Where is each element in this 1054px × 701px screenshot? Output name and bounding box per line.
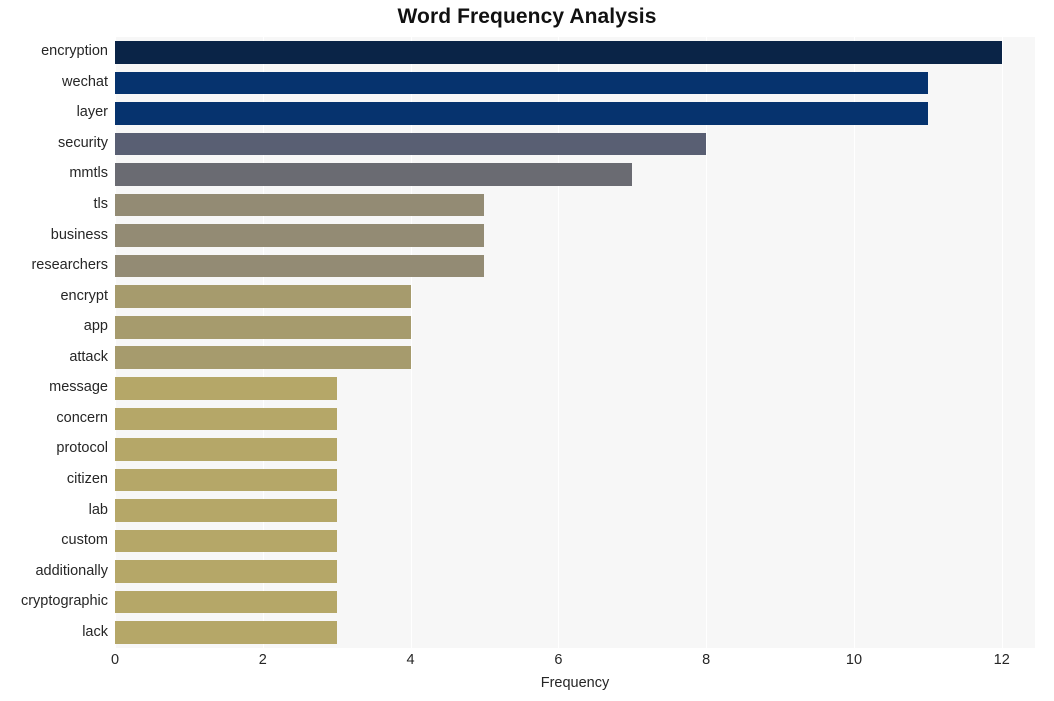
bar-row[interactable] — [115, 407, 1035, 431]
y-tick-label-lab: lab — [88, 501, 108, 518]
y-tick-label-lack: lack — [82, 623, 108, 640]
y-tick-label-encrypt: encrypt — [60, 287, 108, 304]
x-tick-label-12: 12 — [993, 652, 1010, 668]
bar-row[interactable] — [115, 621, 1035, 644]
y-tick-label-additionally: additionally — [35, 562, 108, 579]
x-tick-label-2: 2 — [258, 652, 267, 668]
bar-lack[interactable] — [115, 621, 337, 644]
y-tick-label-layer: layer — [76, 104, 108, 121]
bar-encrypt[interactable] — [115, 285, 411, 308]
bar-row[interactable] — [115, 285, 1035, 308]
bar-row[interactable] — [115, 438, 1035, 461]
bar-row[interactable] — [115, 315, 1035, 339]
y-tick-label-message: message — [49, 379, 108, 396]
bar-row[interactable] — [115, 499, 1035, 522]
bar-row[interactable] — [115, 102, 1035, 125]
bar-security[interactable] — [115, 132, 707, 156]
y-tick-label-wechat: wechat — [62, 73, 108, 90]
x-axis-title: Frequency — [540, 675, 610, 691]
y-tick-label-concern: concern — [56, 409, 108, 426]
bar-app[interactable] — [115, 315, 411, 339]
x-tick-label-10: 10 — [845, 652, 863, 668]
bar-layer[interactable] — [115, 102, 928, 125]
plot-area — [115, 37, 1035, 648]
y-tick-label-attack: attack — [69, 348, 108, 365]
bar-researchers[interactable] — [115, 254, 485, 278]
bar-row[interactable] — [115, 590, 1035, 614]
bar-row[interactable] — [115, 71, 1035, 95]
bar-row[interactable] — [115, 224, 1035, 247]
x-tick-label-6: 6 — [554, 652, 563, 668]
bar-row[interactable] — [115, 254, 1035, 278]
bar-custom[interactable] — [115, 529, 337, 553]
bar-row[interactable] — [115, 40, 1035, 64]
bar-row[interactable] — [115, 193, 1035, 217]
bar-row[interactable] — [115, 346, 1035, 370]
bar-row[interactable] — [115, 560, 1035, 583]
bar-message[interactable] — [115, 377, 337, 400]
y-axis: encryption wechat layer security mmtls tls bus… — [0, 37, 108, 648]
chart-title: Word Frequency Analysis — [397, 5, 657, 28]
y-tick-label-custom: custom — [61, 532, 108, 549]
y-tick-label-mmtls: mmtls — [69, 165, 108, 182]
bar-row[interactable] — [115, 468, 1035, 492]
x-tick-label-0: 0 — [110, 652, 120, 668]
y-tick-label-encryption: encryption — [41, 43, 108, 60]
y-tick-label-business: business — [50, 226, 108, 243]
bar-row[interactable] — [115, 529, 1035, 553]
bar-protocol[interactable] — [115, 438, 337, 461]
y-tick-label-citizen: citizen — [66, 470, 108, 487]
bar-encryption[interactable] — [115, 40, 1002, 64]
x-axis-ticks: 0 2 4 6 8 10 12 — [111, 652, 1035, 674]
bar-citizen[interactable] — [115, 468, 337, 492]
bars-layer — [115, 37, 1035, 648]
word-frequency-chart: Word Frequency Analysis encryption wechat… — [0, 0, 1054, 701]
y-tick-label-researchers: researchers — [31, 257, 108, 274]
bar-wechat[interactable] — [115, 71, 928, 95]
bar-attack[interactable] — [115, 346, 411, 370]
bar-additionally[interactable] — [115, 560, 337, 583]
bar-concern[interactable] — [115, 407, 337, 431]
bar-business[interactable] — [115, 224, 485, 247]
y-tick-label-cryptographic: cryptographic — [20, 593, 108, 610]
bar-lab[interactable] — [115, 499, 337, 522]
bar-row[interactable] — [115, 377, 1035, 400]
bar-tls[interactable] — [115, 193, 485, 217]
bar-row[interactable] — [115, 163, 1035, 186]
x-tick-label-4: 4 — [406, 652, 415, 668]
y-tick-label-security: security — [58, 134, 108, 151]
y-tick-label-app: app — [83, 318, 108, 335]
y-tick-label-tls: tls — [93, 196, 109, 213]
bar-cryptographic[interactable] — [115, 590, 337, 614]
y-tick-label-protocol: protocol — [56, 440, 108, 457]
bar-row[interactable] — [115, 132, 1035, 156]
x-tick-label-8: 8 — [702, 652, 711, 668]
bar-mmtls[interactable] — [115, 163, 633, 186]
